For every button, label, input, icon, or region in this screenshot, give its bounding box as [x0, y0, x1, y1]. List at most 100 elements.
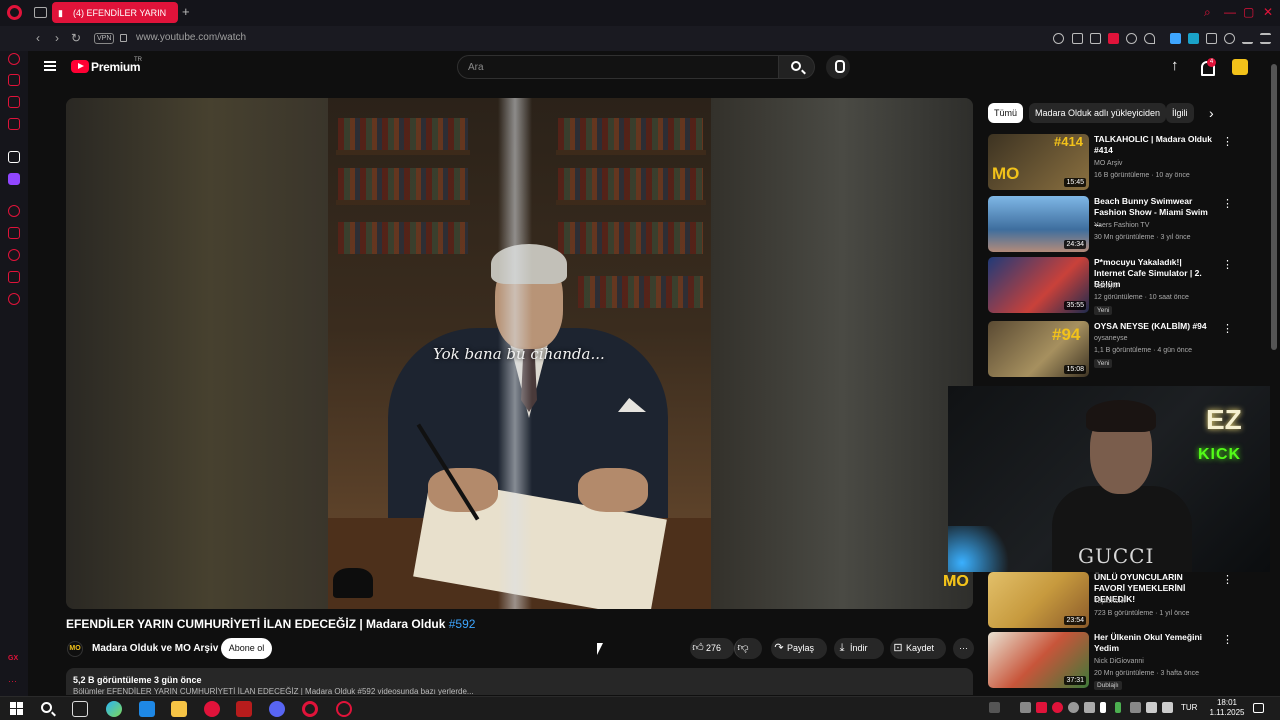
opera-logo-icon[interactable]: [7, 5, 22, 20]
more-actions-button[interactable]: ···: [953, 638, 974, 659]
notification-center-icon[interactable]: [1253, 703, 1264, 713]
easy-setup-icon[interactable]: [1260, 33, 1271, 44]
microphone-icon[interactable]: [1100, 702, 1106, 713]
task-view-icon[interactable]: [72, 701, 88, 717]
extensions-icon[interactable]: [1206, 33, 1217, 44]
browser-tab-active[interactable]: (4) EFENDİLER YARIN: [52, 2, 178, 23]
save-button[interactable]: ⊡ Kaydet: [890, 638, 946, 659]
music-icon[interactable]: [8, 205, 20, 217]
discord-icon[interactable]: [269, 701, 285, 717]
history-icon[interactable]: [8, 249, 20, 261]
file-explorer-icon[interactable]: [171, 701, 187, 717]
recommendation-channel[interactable]: Valmyn: [1094, 283, 1117, 290]
back-button[interactable]: ‹: [36, 32, 40, 45]
chip-all[interactable]: Tümü: [988, 103, 1024, 123]
whatsapp-icon[interactable]: [8, 96, 20, 108]
url-field[interactable]: www.youtube.com/watch: [136, 32, 246, 43]
youtube-premium-label[interactable]: Premium: [91, 60, 141, 74]
recommendation-channel[interactable]: Yaers Fashion TV: [1094, 222, 1149, 229]
tray-green-icon[interactable]: [1115, 702, 1121, 713]
user-avatar[interactable]: [1232, 59, 1248, 75]
active-sidebar-app-icon[interactable]: [8, 151, 20, 163]
recommendation-thumbnail[interactable]: 37:31: [988, 632, 1089, 688]
opera-gx-icon[interactable]: [204, 701, 220, 717]
profile-icon[interactable]: [1224, 33, 1235, 44]
recommendation-channel[interactable]: Nick DiGiovanni: [1094, 658, 1144, 665]
more-vert-icon[interactable]: ⋮: [1222, 198, 1233, 210]
zoom-icon[interactable]: [1053, 33, 1064, 44]
recommendation-item[interactable]: 35:55 P*mocuyu Yakaladık!| Internet Cafe…: [988, 257, 1238, 315]
bookmark-page-icon[interactable]: [1072, 33, 1083, 44]
new-tab-button[interactable]: +: [182, 5, 190, 19]
send-icon[interactable]: [8, 271, 20, 283]
tray-misc-icon[interactable]: [1130, 702, 1141, 713]
minimize-button[interactable]: —: [1224, 5, 1236, 19]
recommendation-title[interactable]: Her Ülkenin Okul Yemeğini Yedim: [1094, 632, 1212, 654]
recommendation-thumbnail[interactable]: 24:34: [988, 196, 1089, 252]
close-window-button[interactable]: ✕: [1263, 5, 1273, 19]
recommendation-item[interactable]: #414 MO 15:45 TALKAHOLIC | Madara Olduk …: [988, 134, 1238, 190]
tray-app-icon[interactable]: [1036, 702, 1047, 713]
heart-icon[interactable]: [1144, 33, 1155, 44]
chip-from-uploader[interactable]: Madara Olduk adlı yükleyiciden: [1029, 103, 1167, 123]
snapshot-icon[interactable]: [1090, 33, 1101, 44]
downloads-icon[interactable]: [1242, 33, 1253, 44]
upload-icon[interactable]: [1168, 57, 1184, 75]
copilot-icon[interactable]: [106, 701, 122, 717]
tray-opera-icon[interactable]: [1052, 702, 1063, 713]
aria-icon[interactable]: [8, 53, 20, 65]
subscribe-button[interactable]: Abone ol: [221, 638, 272, 659]
twitch-icon[interactable]: [8, 173, 20, 185]
search-tabs-icon[interactable]: ⌕: [1204, 5, 1211, 19]
recommendation-thumbnail[interactable]: 35:55: [988, 257, 1089, 313]
voice-search-button[interactable]: [826, 55, 850, 79]
language-indicator[interactable]: TUR: [1181, 703, 1197, 712]
reload-button[interactable]: ↻: [71, 32, 81, 45]
network-icon[interactable]: [1146, 702, 1157, 713]
audio-playing-icon[interactable]: [58, 8, 68, 18]
recommendation-thumbnail[interactable]: #414 MO 15:45: [988, 134, 1089, 190]
recommendation-title[interactable]: TALKAHOLIC | Madara Olduk #414: [1094, 134, 1212, 156]
like-button[interactable]: 👍︎ 276: [690, 638, 734, 659]
recommendation-thumbnail[interactable]: 23:54: [988, 572, 1089, 628]
menu-icon[interactable]: [44, 61, 56, 71]
dislike-button[interactable]: 👎︎: [734, 638, 762, 659]
recommendation-channel[interactable]: MO Arşiv: [1094, 160, 1122, 167]
maximize-button[interactable]: ▢: [1243, 5, 1254, 19]
search-button[interactable]: [779, 55, 815, 79]
discord-tray-icon[interactable]: [1020, 702, 1031, 713]
channel-name[interactable]: Madara Olduk ve MO Arşiv: [92, 643, 218, 654]
opera-icon[interactable]: [302, 701, 318, 717]
more-vert-icon[interactable]: ⋮: [1222, 259, 1233, 271]
start-button[interactable]: [10, 702, 23, 715]
vpn-badge[interactable]: VPN: [94, 33, 115, 44]
keyboard-icon[interactable]: [989, 702, 1000, 713]
edge-icon[interactable]: [139, 701, 155, 717]
video-hashtag[interactable]: #592: [449, 617, 476, 631]
description-box[interactable]: 5,2 B görüntüleme 3 gün önce Bölümler EF…: [66, 668, 973, 695]
volume-extension-icon[interactable]: [1170, 33, 1181, 44]
tray-misc-icon[interactable]: [1084, 702, 1095, 713]
search-input[interactable]: [458, 56, 778, 78]
recommendation-item[interactable]: 24:34 Beach Bunny Swimwear Fashion Show …: [988, 196, 1238, 252]
settings-gear-icon[interactable]: [8, 293, 20, 305]
tab-manager-icon[interactable]: [34, 7, 47, 18]
pinboard-icon[interactable]: [8, 227, 20, 239]
video-player[interactable]: Yok bana bu cihanda... MO: [66, 98, 973, 609]
recommendation-item[interactable]: #94 15:08 OYSA NEYSE (KALBİM) #94 oysane…: [988, 321, 1238, 377]
download-button[interactable]: ⤓ İndir: [834, 638, 884, 659]
more-vert-icon[interactable]: ⋮: [1222, 634, 1233, 646]
translate-extension-icon[interactable]: [1188, 33, 1199, 44]
messenger-icon[interactable]: [8, 74, 20, 86]
chip-related[interactable]: İlgili: [1166, 103, 1194, 123]
instagram-icon[interactable]: [8, 118, 20, 130]
volume-icon[interactable]: [1162, 702, 1173, 713]
sidebar-more-icon[interactable]: ···: [8, 677, 20, 689]
recommendation-title[interactable]: OYSA NEYSE (KALBİM) #94: [1094, 321, 1212, 332]
forward-button[interactable]: ›: [55, 32, 59, 45]
player-icon[interactable]: [1126, 33, 1137, 44]
clock[interactable]: 18:01 1.11.2025: [1207, 698, 1247, 718]
share-button[interactable]: ↷ Paylaş: [771, 638, 827, 659]
youtube-logo-icon[interactable]: [71, 60, 89, 73]
channel-avatar[interactable]: MO: [67, 641, 83, 657]
